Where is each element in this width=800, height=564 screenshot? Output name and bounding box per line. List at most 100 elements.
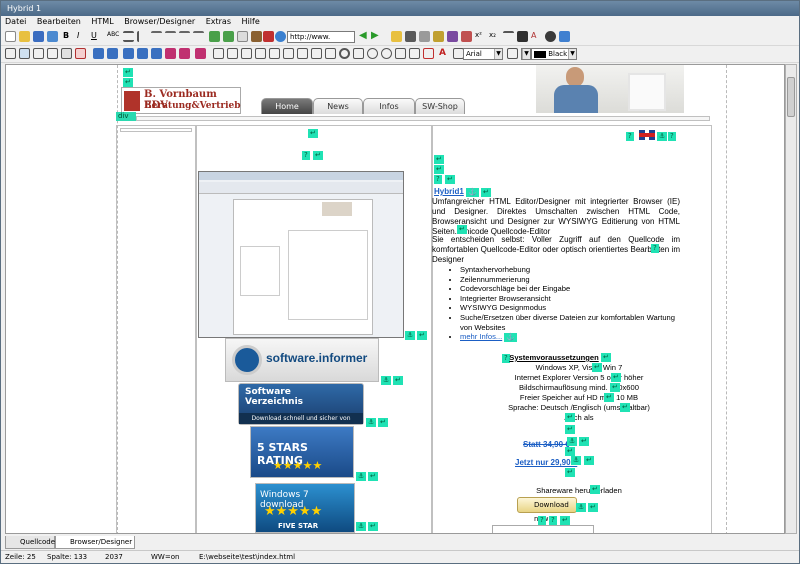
subscript-icon[interactable]: x₂ bbox=[489, 31, 500, 42]
font-color-icon[interactable]: A bbox=[439, 48, 450, 59]
page-icon[interactable] bbox=[237, 31, 248, 42]
anchor-marker[interactable]: ↵ bbox=[560, 516, 570, 525]
globe-icon[interactable] bbox=[545, 31, 556, 42]
anchor-marker[interactable]: ↵ bbox=[417, 331, 427, 340]
cut-icon[interactable] bbox=[461, 31, 472, 42]
anchor-marker[interactable]: ↵ bbox=[313, 151, 323, 160]
image-icon[interactable] bbox=[251, 31, 262, 42]
menu-html[interactable]: HTML bbox=[87, 16, 117, 28]
nav-tab-news[interactable]: News bbox=[313, 98, 363, 114]
anchor-marker[interactable]: ↵ bbox=[565, 447, 575, 456]
scroll-thumb[interactable] bbox=[787, 77, 795, 117]
chevron-down-icon[interactable]: ▼ bbox=[522, 49, 530, 59]
terminal-icon[interactable] bbox=[517, 31, 528, 42]
chevron-down-icon[interactable]: ▼ bbox=[494, 49, 502, 59]
textarea-icon[interactable] bbox=[227, 48, 238, 59]
split-icon[interactable] bbox=[137, 48, 148, 59]
vertical-scrollbar[interactable] bbox=[785, 64, 797, 534]
password-icon[interactable] bbox=[311, 48, 322, 59]
hr-icon[interactable] bbox=[503, 31, 514, 42]
radio-icon[interactable] bbox=[339, 48, 350, 59]
anchor-marker[interactable]: ? bbox=[434, 175, 442, 184]
anchor-marker[interactable]: ↵ bbox=[378, 418, 388, 427]
anchor-marker[interactable]: ↵ bbox=[579, 437, 589, 446]
url-input[interactable]: http://www. bbox=[287, 31, 355, 43]
button-icon[interactable] bbox=[241, 48, 252, 59]
anchor-marker[interactable]: ⚓ bbox=[504, 333, 518, 343]
checkbox-icon[interactable] bbox=[255, 48, 266, 59]
link-edit-icon[interactable] bbox=[447, 31, 458, 42]
anchor-marker[interactable]: ? bbox=[668, 132, 676, 141]
cell-icon[interactable] bbox=[61, 48, 72, 59]
designer-canvas[interactable]: ↵ ↵ B. Vornbaum EDV Beratung&Vertrieb Ho… bbox=[5, 64, 785, 534]
select-icon[interactable] bbox=[269, 48, 280, 59]
frame-icon[interactable] bbox=[195, 48, 206, 59]
align-left-icon[interactable] bbox=[151, 31, 162, 42]
text-color-icon[interactable]: A bbox=[531, 31, 542, 42]
anchor-marker[interactable]: ↵ bbox=[610, 383, 620, 392]
anchor-marker[interactable]: ? bbox=[302, 151, 310, 160]
chevron-down-icon[interactable]: ▼ bbox=[568, 49, 576, 59]
align-right-icon[interactable] bbox=[179, 31, 190, 42]
link-icon[interactable] bbox=[263, 31, 274, 42]
anchor-marker[interactable]: ? bbox=[626, 132, 634, 141]
anchor-marker[interactable]: ↵ bbox=[368, 522, 378, 531]
nav-tab-infos[interactable]: Infos bbox=[363, 98, 415, 114]
div-icon[interactable] bbox=[409, 48, 420, 59]
menu-hilfe[interactable]: Hilfe bbox=[238, 16, 264, 28]
anchor-marker[interactable]: ? bbox=[651, 244, 659, 253]
left-cell[interactable] bbox=[116, 125, 196, 533]
find-icon[interactable] bbox=[405, 31, 416, 42]
align-center-icon[interactable] bbox=[165, 31, 176, 42]
menu-extras[interactable]: Extras bbox=[202, 16, 235, 28]
anchor-marker[interactable]: ⚓ bbox=[356, 472, 367, 481]
column-icon[interactable] bbox=[47, 48, 58, 59]
anchor-marker[interactable]: ↵ bbox=[123, 68, 133, 77]
list-icon[interactable] bbox=[123, 31, 134, 42]
anchor-marker[interactable]: ↵ bbox=[480, 188, 491, 197]
anchor-icon[interactable] bbox=[381, 48, 392, 59]
insert-row-icon[interactable] bbox=[93, 48, 104, 59]
anchor-marker[interactable]: ↵ bbox=[445, 175, 455, 184]
anchor-marker[interactable]: ↵ bbox=[393, 376, 403, 385]
remove-format-icon[interactable] bbox=[423, 48, 434, 59]
nav-tab-home[interactable]: Home bbox=[261, 98, 313, 114]
anchor-marker[interactable]: ↵ bbox=[620, 403, 630, 412]
more-info-link[interactable]: mehr Infos... bbox=[460, 332, 502, 341]
size-dropdown[interactable]: ▼ bbox=[521, 48, 531, 60]
anchor-marker[interactable]: ↵ bbox=[368, 472, 378, 481]
paragraph-icon[interactable] bbox=[367, 48, 378, 59]
indent-icon[interactable] bbox=[209, 31, 220, 42]
field-icon[interactable] bbox=[179, 48, 190, 59]
anchor-marker[interactable]: ⚓ bbox=[567, 437, 578, 446]
anchor-marker[interactable]: ↵ bbox=[434, 165, 444, 174]
split-row-icon[interactable] bbox=[151, 48, 162, 59]
anchor-marker[interactable]: ↵ bbox=[601, 353, 611, 362]
delete-cell-icon[interactable] bbox=[75, 48, 86, 59]
div-tag-label[interactable]: div bbox=[116, 112, 136, 121]
preview-icon[interactable] bbox=[559, 31, 570, 42]
tools-icon[interactable] bbox=[419, 31, 430, 42]
anchor-marker[interactable]: ⚓ bbox=[405, 331, 416, 340]
anchor-marker[interactable]: ↵ bbox=[565, 413, 575, 422]
ordered-list-icon[interactable] bbox=[137, 31, 148, 42]
hybrid1-link[interactable]: Hybrid1 bbox=[434, 187, 464, 196]
merge-icon[interactable] bbox=[123, 48, 134, 59]
new-file-icon[interactable] bbox=[5, 31, 16, 42]
justify-icon[interactable] bbox=[193, 31, 204, 42]
hidden-field-icon[interactable] bbox=[297, 48, 308, 59]
outdent-icon[interactable] bbox=[223, 31, 234, 42]
anchor-marker[interactable]: ↵ bbox=[123, 78, 133, 87]
edit-icon[interactable] bbox=[433, 31, 444, 42]
anchor-marker[interactable]: ⚓ bbox=[657, 132, 668, 141]
row-icon[interactable] bbox=[33, 48, 44, 59]
input-icon[interactable] bbox=[213, 48, 224, 59]
windows7-download-badge[interactable]: Windows 7 download ★★★★★ FIVE STAR bbox=[255, 483, 355, 533]
anchor-marker[interactable]: ↵ bbox=[590, 485, 600, 494]
anchor-marker[interactable]: ↵ bbox=[588, 503, 598, 512]
anchor-marker[interactable]: ⚓ bbox=[381, 376, 392, 385]
anchor-marker[interactable]: ↵ bbox=[434, 155, 444, 164]
anchor-marker[interactable]: ⚓ bbox=[356, 522, 367, 531]
tab-quellcode[interactable]: Quellcode bbox=[5, 536, 55, 549]
bold-icon[interactable]: B bbox=[63, 31, 74, 42]
